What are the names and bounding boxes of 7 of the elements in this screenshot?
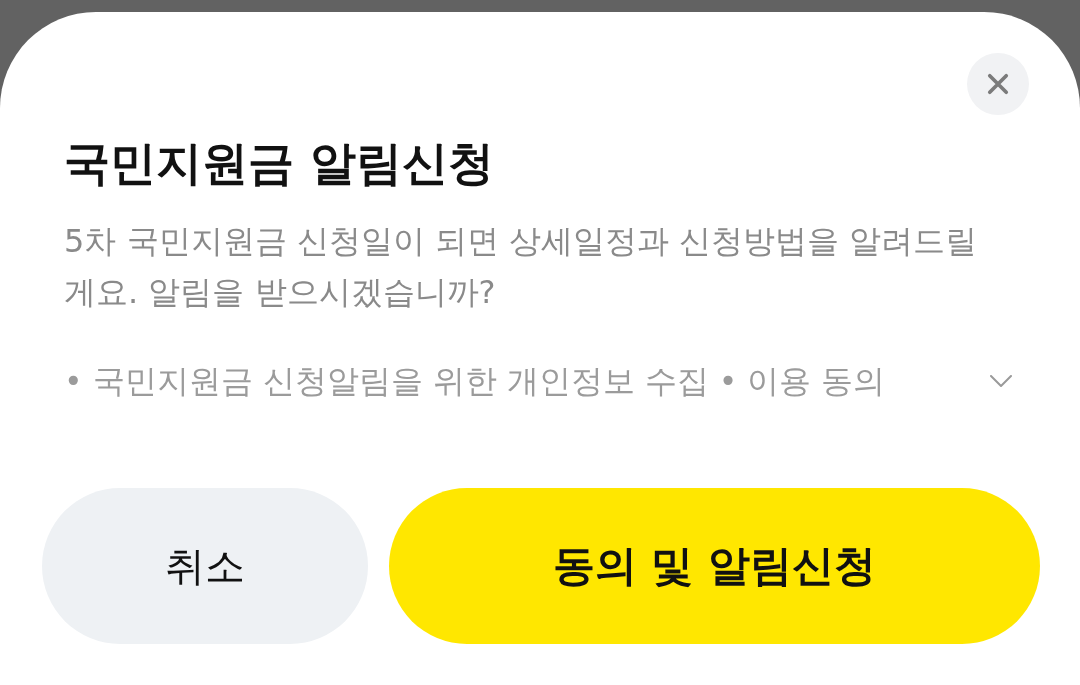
dialog-description: 5차 국민지원금 신청일이 되면 상세일정과 신청방법을 알려드릴게요. 알림을 받으시겠습니까? bbox=[64, 221, 979, 313]
chevron-down-icon bbox=[990, 375, 1012, 388]
dialog-title: 국민지원금 알림신청 bbox=[64, 135, 495, 191]
cancel-button[interactable]: 취소 bbox=[42, 488, 368, 644]
consent-label: • 국민지원금 신청알림을 위한 개인정보 수집 • 이용 동의 bbox=[64, 362, 886, 401]
agree-button[interactable]: 동의 및 알림신청 bbox=[389, 488, 1040, 644]
close-icon bbox=[987, 73, 1009, 95]
